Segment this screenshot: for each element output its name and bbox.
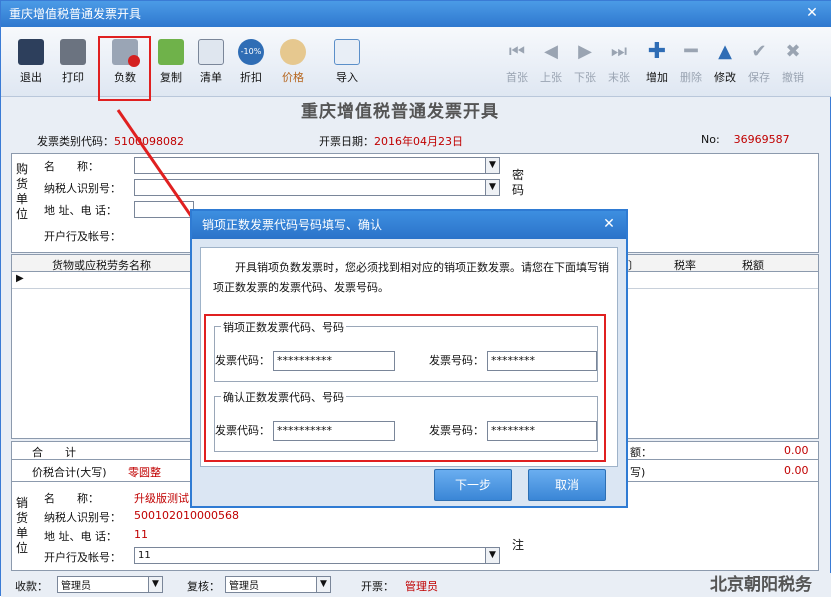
dialog-close-button[interactable]: ✕ — [600, 215, 618, 233]
next-step-button[interactable]: 下一步 — [434, 469, 512, 501]
positive-invoice-legend: 销项正数发票代码、号码 — [221, 319, 346, 335]
dialog-fields-highlight: 销项正数发票代码、号码 发票代码： ********** 发票号码： *****… — [204, 314, 606, 462]
dialog-title: 销项正数发票代码号码填写、确认 — [192, 211, 626, 239]
invoice-code-input-1[interactable]: ********** — [273, 351, 395, 371]
dialog-instructions: 开具销项负数发票时，您必须找到相对应的销项正数发票。请您在下面填写销项正数发票的… — [213, 261, 609, 294]
code-label-2: 发票代码： — [215, 424, 270, 437]
invoice-code-dialog: 销项正数发票代码号码填写、确认 ✕ 开具销项负数发票时，您必须找到相对应的销项正… — [190, 209, 628, 508]
dialog-cancel-button[interactable]: 取消 — [528, 469, 606, 501]
positive-invoice-group: 销项正数发票代码、号码 发票代码： ********** 发票号码： *****… — [214, 319, 598, 382]
invoice-code-input-2[interactable]: ********** — [273, 421, 395, 441]
code-label-1: 发票代码： — [215, 354, 270, 367]
number-label-1: 发票号码： — [429, 354, 484, 367]
invoice-number-input-2[interactable]: ******** — [487, 421, 597, 441]
confirm-invoice-legend: 确认正数发票代码、号码 — [221, 389, 346, 405]
number-label-2: 发票号码： — [429, 424, 484, 437]
invoice-number-input-1[interactable]: ******** — [487, 351, 597, 371]
confirm-invoice-group: 确认正数发票代码、号码 发票代码： ********** 发票号码： *****… — [214, 389, 598, 452]
